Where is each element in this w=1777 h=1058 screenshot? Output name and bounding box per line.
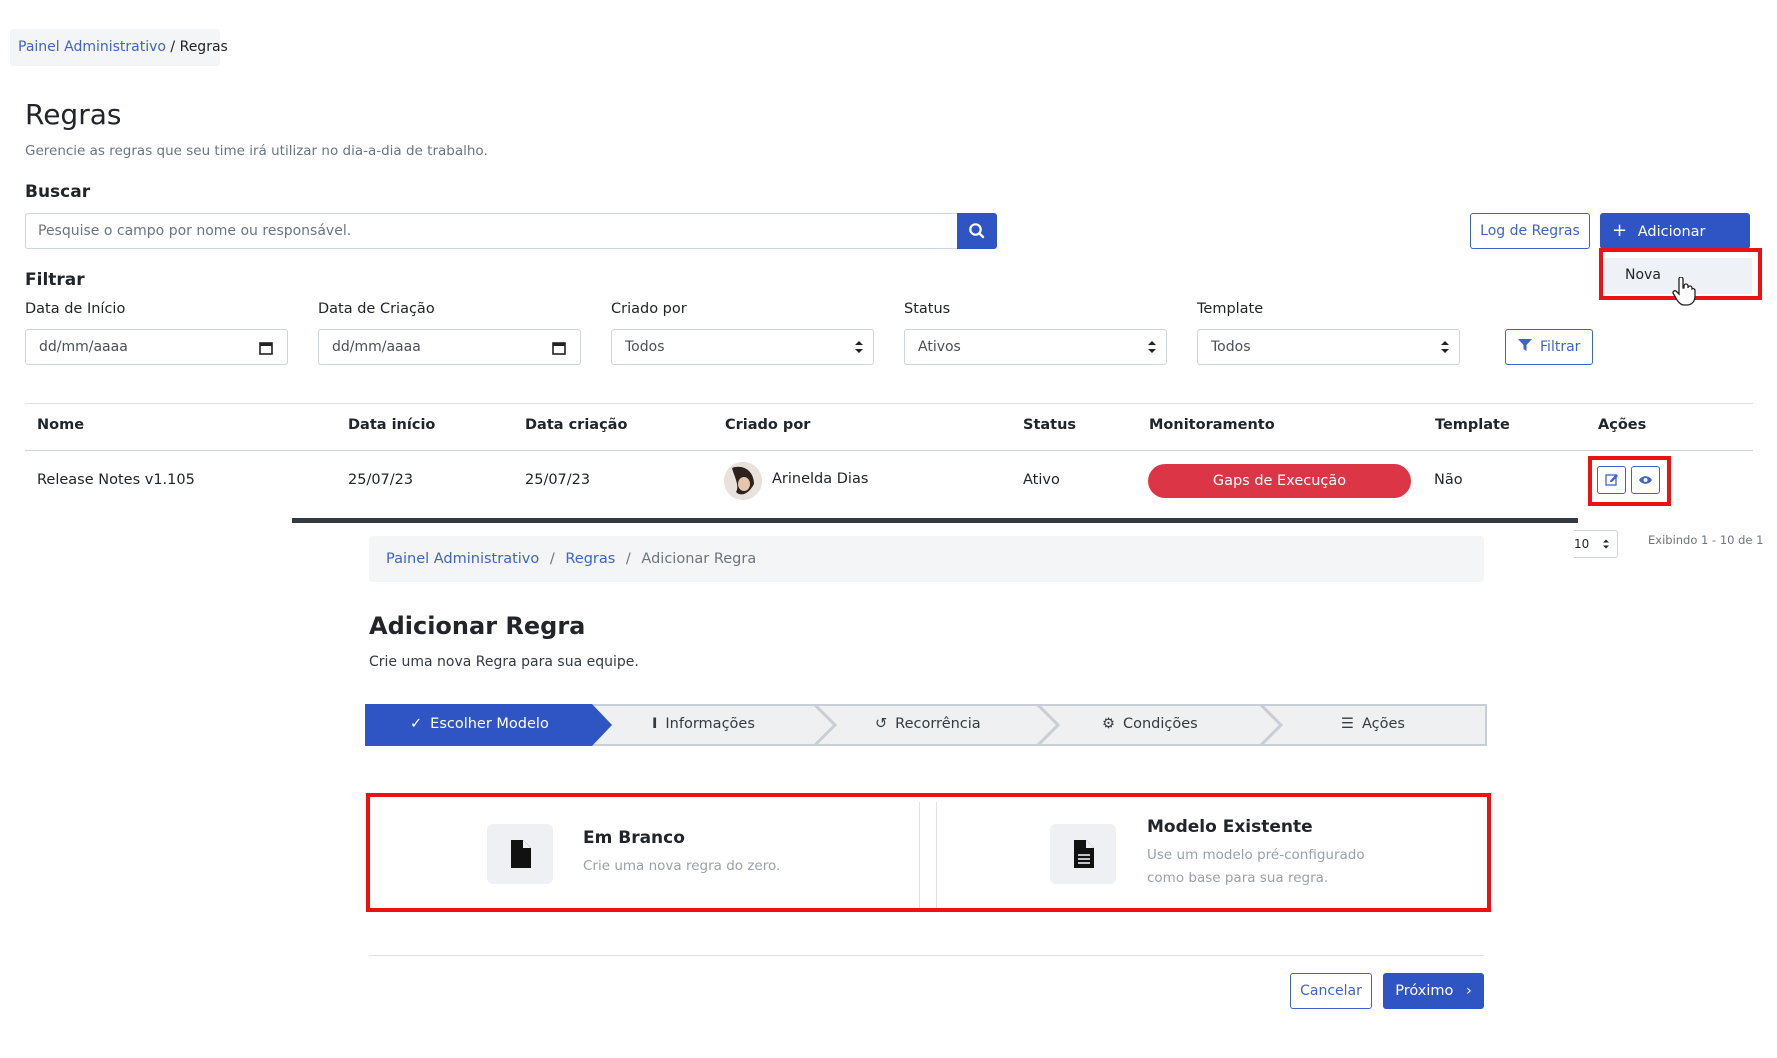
add-rule-breadcrumb-regras[interactable]: Regras: [565, 551, 615, 567]
step-label: Informações: [665, 716, 755, 732]
start-date-input[interactable]: dd/mm/aaaa: [25, 329, 288, 365]
breadcrumb-separator: /: [625, 551, 631, 567]
breadcrumb: Painel Administrativo / Regras: [10, 29, 228, 66]
creation-date-label: Data de Criação: [318, 301, 435, 317]
created-by-select[interactable]: Todos: [611, 329, 874, 365]
avatar: [724, 462, 762, 500]
calendar-icon: [259, 342, 273, 355]
step-informacoes[interactable]: I Informações: [652, 716, 755, 732]
template-label: Template: [1197, 301, 1264, 317]
breadcrumb-separator: /: [549, 551, 555, 567]
table-cell-data-inicio: 25/07/23: [348, 472, 414, 488]
add-rule-title: Adicionar Regra: [369, 612, 586, 640]
filter-button[interactable]: Filtrar: [1505, 329, 1593, 365]
select-arrows-icon: [855, 341, 863, 353]
next-button-label: Próximo: [1395, 983, 1454, 999]
filter-title: Filtrar: [25, 270, 85, 290]
table-cell-template: Não: [1434, 472, 1463, 488]
search-icon: [969, 223, 985, 239]
step-label: Escolher Modelo: [430, 716, 549, 732]
created-by-value: Todos: [625, 339, 665, 355]
table-cell-status: Ativo: [1023, 472, 1060, 488]
pagination-summary: Exibindo 1 - 10 de 1: [1648, 533, 1764, 547]
column-header-nome[interactable]: Nome: [37, 417, 84, 433]
add-rule-button[interactable]: + Adicionar Regra: [1600, 213, 1750, 276]
page-size-select[interactable]: 10: [1574, 530, 1618, 558]
column-header-acoes: Ações: [1598, 417, 1647, 433]
footer-divider: [369, 955, 1484, 956]
search-label: Buscar: [25, 182, 91, 202]
creation-date-input[interactable]: dd/mm/aaaa: [318, 329, 581, 365]
add-rule-breadcrumb-current: Adicionar Regra: [641, 551, 757, 567]
breadcrumb-separator: /: [170, 39, 176, 55]
log-button[interactable]: Log de Regras: [1470, 213, 1590, 249]
status-value: Ativos: [918, 339, 961, 355]
column-header-monitoramento[interactable]: Monitoramento: [1149, 417, 1275, 433]
step-label: Ações: [1362, 716, 1405, 732]
page-size-value: 10: [1574, 537, 1590, 551]
column-header-criado-por[interactable]: Criado por: [725, 417, 810, 433]
highlight-box-actions: [1588, 456, 1671, 506]
table-cell-data-criacao: 25/07/23: [525, 472, 591, 488]
start-date-value: dd/mm/aaaa: [39, 339, 128, 355]
column-header-status[interactable]: Status: [1023, 417, 1076, 433]
breadcrumb-current: Regras: [179, 39, 228, 55]
step-acoes[interactable]: ☰ Ações: [1341, 716, 1405, 732]
table-cell-nome: Release Notes v1.105: [37, 472, 195, 488]
double-check-icon: ✓: [410, 716, 423, 732]
step-label: Condições: [1123, 716, 1198, 732]
column-header-data-inicio[interactable]: Data início: [348, 417, 435, 433]
start-date-label: Data de Início: [25, 301, 126, 317]
search-button[interactable]: [957, 213, 997, 249]
table-top-border: [25, 403, 1753, 404]
highlight-box-options: [366, 793, 1491, 912]
text-cursor-icon: I: [652, 716, 658, 732]
column-header-data-criacao[interactable]: Data criação: [525, 417, 627, 433]
next-button[interactable]: Próximo ›: [1383, 973, 1484, 1009]
layers-icon: ☰: [1341, 716, 1354, 732]
status-label: Status: [904, 301, 951, 317]
add-rule-subtitle: Crie uma nova Regra para sua equipe.: [369, 654, 639, 670]
table-header-border: [25, 450, 1753, 451]
column-header-template[interactable]: Template: [1435, 417, 1510, 433]
screenshot-divider: [292, 518, 1578, 523]
select-arrows-icon: [1603, 539, 1609, 549]
step-escolher-modelo[interactable]: ✓ Escolher Modelo: [410, 716, 549, 732]
page-title: Regras: [25, 98, 122, 131]
select-arrows-icon: [1441, 341, 1449, 353]
add-rule-breadcrumb-admin[interactable]: Painel Administrativo: [386, 551, 539, 567]
select-arrows-icon: [1148, 341, 1156, 353]
rotate-left-icon: ↺: [875, 716, 888, 732]
template-select[interactable]: Todos: [1197, 329, 1460, 365]
status-select[interactable]: Ativos: [904, 329, 1167, 365]
gear-icon: ⚙: [1102, 716, 1115, 732]
created-by-label: Criado por: [611, 301, 687, 317]
page-subtitle: Gerencie as regras que seu time irá util…: [25, 143, 488, 159]
chevron-right-icon: ›: [1465, 983, 1472, 999]
step-condicoes[interactable]: ⚙ Condições: [1102, 716, 1198, 732]
step-label: Recorrência: [895, 716, 981, 732]
plus-icon: +: [1612, 220, 1628, 241]
step-recorrencia[interactable]: ↺ Recorrência: [875, 716, 981, 732]
search-input[interactable]: Pesquise o campo por nome ou responsável…: [25, 213, 957, 249]
monitoring-badge[interactable]: Gaps de Execução: [1148, 464, 1411, 498]
add-rule-breadcrumb: Painel Administrativo / Regras / Adicion…: [369, 536, 1484, 582]
funnel-icon: [1517, 339, 1532, 351]
cancel-button[interactable]: Cancelar: [1290, 973, 1372, 1009]
calendar-icon: [552, 342, 566, 355]
creation-date-value: dd/mm/aaaa: [332, 339, 421, 355]
filter-button-label: Filtrar: [1540, 339, 1581, 355]
breadcrumb-link-admin[interactable]: Painel Administrativo: [18, 39, 166, 55]
hand-cursor-icon: [1672, 277, 1696, 306]
table-cell-criado-por: Arinelda Dias: [772, 471, 869, 487]
template-value: Todos: [1211, 339, 1251, 355]
